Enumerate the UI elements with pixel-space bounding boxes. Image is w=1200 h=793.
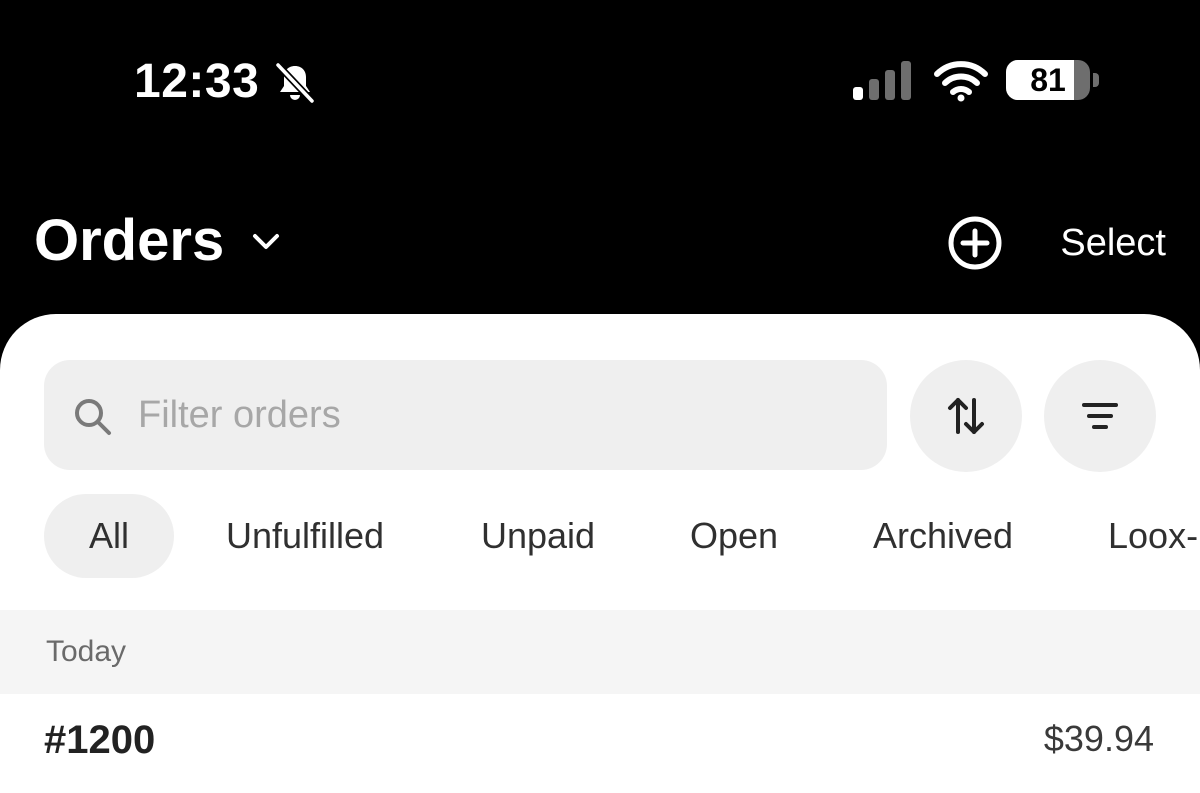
select-button[interactable]: Select — [1040, 220, 1166, 266]
page-title[interactable]: Orders — [34, 206, 224, 276]
sort-arrows-icon — [948, 398, 984, 434]
tab-unpaid[interactable]: Unpaid — [462, 494, 614, 578]
bell-slash-icon — [275, 62, 315, 104]
battery-percent: 81 — [1030, 62, 1066, 98]
section-label: Today — [46, 635, 127, 668]
battery-body: 81 — [1006, 60, 1090, 100]
battery-cap — [1093, 73, 1099, 87]
tab-all[interactable]: All — [44, 494, 174, 578]
page-header: Orders Select — [0, 190, 1200, 300]
search-bar[interactable] — [44, 360, 887, 470]
filter-button[interactable] — [1044, 360, 1156, 472]
search-icon — [75, 399, 111, 435]
wifi-icon — [934, 61, 988, 102]
tab-open[interactable]: Open — [670, 494, 798, 578]
filter-lines-icon — [1082, 403, 1118, 429]
status-bar: 12:33 81 — [0, 0, 1200, 150]
order-total: $39.94 — [1043, 718, 1154, 759]
chevron-down-icon[interactable] — [250, 230, 282, 252]
battery-icon: 81 — [1006, 60, 1100, 102]
plus-circle-icon[interactable] — [946, 214, 1004, 272]
tab-loox[interactable]: Loox- — [1108, 494, 1200, 578]
orders-sheet: All Unfulfilled Unpaid Open Archived Loo… — [0, 314, 1200, 793]
sort-button[interactable] — [910, 360, 1022, 472]
date-section-header: Today — [0, 610, 1200, 694]
tab-archived[interactable]: Archived — [852, 494, 1034, 578]
tab-unfulfilled[interactable]: Unfulfilled — [210, 494, 400, 578]
order-row[interactable]: #1200 $39.94 — [0, 694, 1200, 793]
cellular-signal-icon — [853, 61, 911, 100]
order-number: #1200 — [44, 718, 156, 762]
status-time: 12:33 — [134, 55, 260, 108]
status-tabs: All Unfulfilled Unpaid Open Archived Loo… — [0, 494, 1200, 578]
search-input[interactable] — [138, 360, 858, 470]
